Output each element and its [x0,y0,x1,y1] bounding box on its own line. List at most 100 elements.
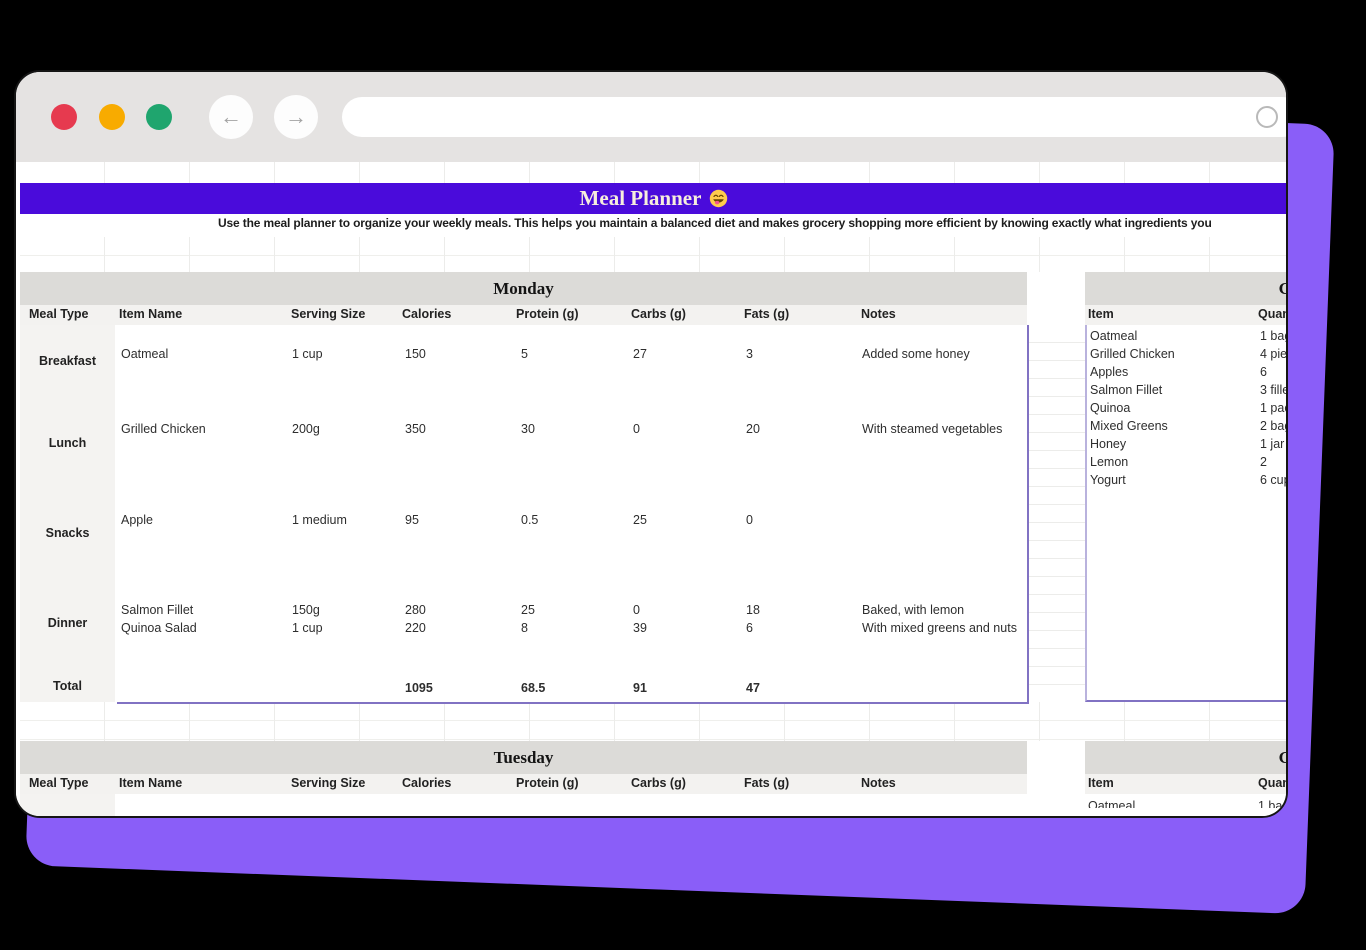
grid-strip-top [20,162,1286,183]
cell-grocery-qty[interactable]: 2 [1260,453,1267,471]
cell-carbs[interactable]: 0 [633,420,640,438]
cell-notes[interactable]: With mixed greens and nuts [862,619,1017,637]
cell-carbs[interactable]: 0 [633,601,640,619]
cell-calories[interactable]: 95 [405,511,419,529]
col-serving-size: Serving Size [291,307,366,321]
cell-total-protein[interactable]: 68.5 [521,679,545,697]
cell-carbs[interactable]: 39 [633,619,647,637]
day-header-tuesday[interactable]: Tuesday [20,741,1027,774]
cell-fats[interactable]: 0 [746,511,753,529]
cell-grocery-item[interactable]: Yogurt [1090,471,1126,489]
cell-grocery-item[interactable]: Grilled Chicken [1090,345,1175,363]
cell-grocery-qty[interactable]: 6 cups [1260,471,1286,489]
cell-grocery-qty[interactable]: 4 pieces [1260,345,1286,363]
forward-arrow-icon: → [285,104,307,129]
grocery-header-tuesday[interactable]: Grocery List [1085,741,1286,774]
grocery-title-label: Grocery List [1279,748,1286,768]
cell-protein[interactable]: 25 [521,601,535,619]
grocery-row[interactable]: Salmon Fillet 3 fillets [1087,381,1286,399]
cell-fats[interactable]: 3 [746,345,753,363]
table-row-apple[interactable]: Apple 1 medium 95 0.5 25 0 [20,511,1027,529]
grocery-row[interactable]: Yogurt 6 cups [1087,471,1286,489]
cell-serving[interactable]: 1 cup [292,619,323,637]
cell-grocery-item[interactable]: Oatmeal [1090,327,1137,345]
table-row-quinoa-salad[interactable]: Quinoa Salad 1 cup 220 8 39 6 With mixed… [20,619,1027,637]
table-bottom-border [117,702,1029,704]
cell-fats[interactable]: 6 [746,619,753,637]
cell-item-name[interactable]: Apple [121,511,153,529]
cell-grocery-qty[interactable]: 1 pack [1260,399,1286,417]
grocery-row[interactable]: Oatmeal 1 bag [1087,327,1286,345]
cell-protein[interactable]: 0.5 [521,511,538,529]
zoom-window-button[interactable] [146,104,172,130]
cell-grocery-qty[interactable]: 3 fillets [1260,381,1286,399]
cell-item-name[interactable]: Oatmeal [121,345,168,363]
sheet-title-bar: Meal Planner [20,183,1286,214]
cell-carbs[interactable]: 27 [633,345,647,363]
col-grocery-quantity: Quantity [1258,776,1286,790]
cell-carbs[interactable]: 25 [633,511,647,529]
cell-notes[interactable]: With steamed vegetables [862,420,1002,438]
col-protein: Protein (g) [516,307,579,321]
cell-notes[interactable]: Baked, with lemon [862,601,964,619]
cell-grocery-item[interactable]: Lemon [1090,453,1128,471]
cell-calories[interactable]: 150 [405,345,426,363]
table-row-grilled-chicken[interactable]: Grilled Chicken 200g 350 30 0 20 With st… [20,420,1027,438]
cell-grocery-item[interactable]: Quinoa [1090,399,1130,417]
cell-item-name[interactable]: Grilled Chicken [121,420,206,438]
address-bar[interactable] [342,97,1286,137]
cell-total-calories[interactable]: 1095 [405,679,433,697]
cell-protein[interactable]: 8 [521,619,528,637]
day-header-monday[interactable]: Monday [20,272,1027,305]
cell-serving[interactable]: 200g [292,420,320,438]
cell-grocery-item[interactable]: Apples [1090,363,1128,381]
cell-serving[interactable]: 1 medium [292,511,347,529]
cell-grocery-qty[interactable]: 1 jar [1260,435,1284,453]
meal-type-lunch[interactable]: Lunch [20,436,115,450]
cell-item-name[interactable]: Salmon Fillet [121,601,193,619]
grocery-title-label: Grocery List [1279,279,1286,299]
cell-calories[interactable]: 350 [405,420,426,438]
cell-grocery-qty[interactable]: 1 bag [1258,797,1286,808]
cell-grocery-item[interactable]: Honey [1090,435,1126,453]
grocery-row[interactable]: Grilled Chicken 4 pieces [1087,345,1286,363]
cell-fats[interactable]: 20 [746,420,760,438]
grocery-row[interactable]: Honey 1 jar [1087,435,1286,453]
grocery-row[interactable]: Quinoa 1 pack [1087,399,1286,417]
back-button[interactable]: ← [209,95,253,139]
grocery-header-monday[interactable]: Grocery List [1085,272,1286,305]
grocery-row[interactable]: Lemon 2 [1087,453,1286,471]
grocery-row[interactable]: Mixed Greens 2 bags [1087,417,1286,435]
page-background: ← → Meal Planner Use the meal planner to… [0,0,1366,950]
cell-calories[interactable]: 280 [405,601,426,619]
monday-column-header-row: Meal Type Item Name Serving Size Calorie… [20,305,1027,325]
cell-protein[interactable]: 5 [521,345,528,363]
table-row-total[interactable]: 1095 68.5 91 47 [20,679,1027,697]
col-grocery-quantity: Quantity [1258,307,1286,321]
cell-serving[interactable]: 150g [292,601,320,619]
cell-protein[interactable]: 30 [521,420,535,438]
forward-button[interactable]: → [274,95,318,139]
cell-grocery-item[interactable]: Oatmeal [1088,797,1135,808]
table-row-oatmeal[interactable]: Oatmeal 1 cup 150 5 27 3 Added some hone… [20,345,1027,363]
cell-grocery-qty[interactable]: 1 bag [1260,327,1286,345]
cell-calories[interactable]: 220 [405,619,426,637]
cell-grocery-qty[interactable]: 2 bags [1260,417,1286,435]
close-window-button[interactable] [51,104,77,130]
cell-grocery-item[interactable]: Mixed Greens [1090,417,1168,435]
cell-grocery-item[interactable]: Salmon Fillet [1090,381,1162,399]
cell-grocery-qty[interactable]: 6 [1260,363,1267,381]
cell-notes[interactable]: Added some honey [862,345,970,363]
search-icon[interactable] [1256,106,1278,128]
cell-item-name[interactable]: Quinoa Salad [121,619,197,637]
spreadsheet-area: Meal Planner Use the meal planner to org… [16,162,1286,816]
cell-serving[interactable]: 1 cup [292,345,323,363]
cell-total-fats[interactable]: 47 [746,679,760,697]
cell-fats[interactable]: 18 [746,601,760,619]
grocery-row[interactable]: Oatmeal 1 bag [1085,797,1286,808]
col-fats: Fats (g) [744,307,790,321]
table-row-salmon-fillet[interactable]: Salmon Fillet 150g 280 25 0 18 Baked, wi… [20,601,1027,619]
minimize-window-button[interactable] [99,104,125,130]
grocery-row[interactable]: Apples 6 [1087,363,1286,381]
cell-total-carbs[interactable]: 91 [633,679,647,697]
